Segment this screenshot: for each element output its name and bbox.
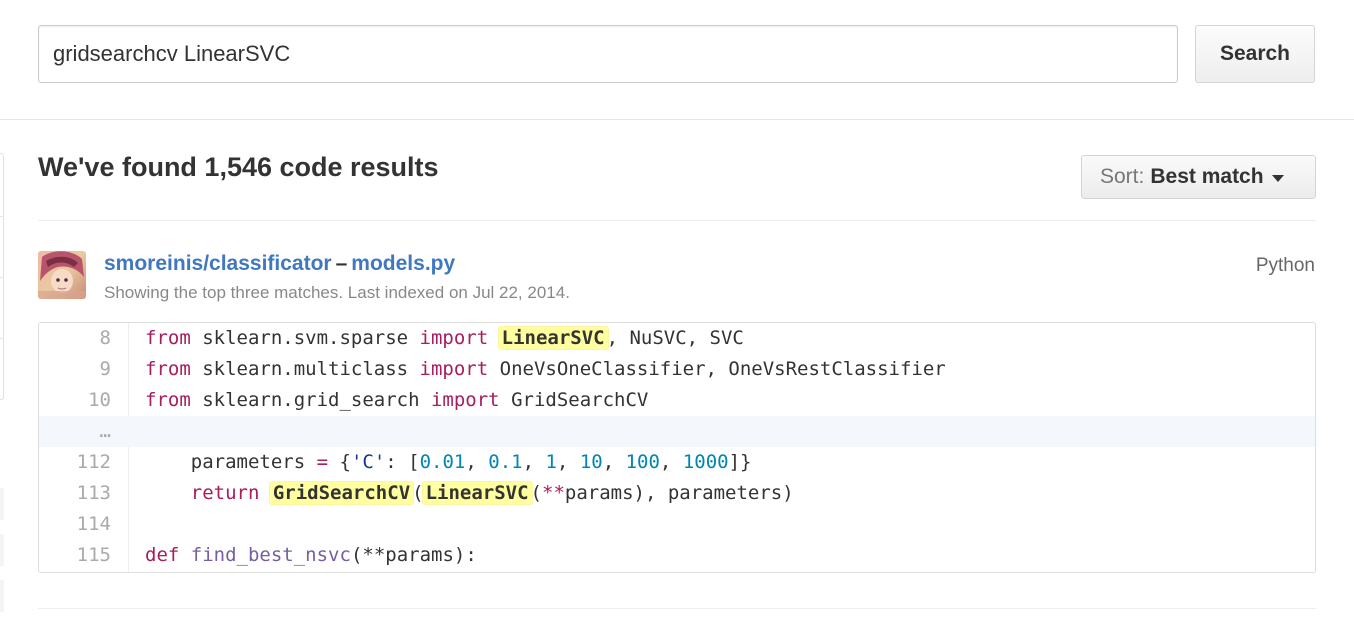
- sort-label: Sort:: [1100, 165, 1145, 188]
- caret-down-icon: [1271, 174, 1284, 182]
- code-snippet: 8 from sklearn.svm.sparse import LinearSV…: [38, 322, 1316, 573]
- code-token: 10: [579, 451, 603, 473]
- code-token: 1000: [682, 451, 729, 473]
- match-highlight: LinearSVC: [422, 482, 532, 504]
- code-token: from: [145, 389, 191, 411]
- line-number[interactable]: …: [39, 416, 111, 447]
- code-line: 115 def find_best_nsvc(**params):: [39, 540, 1315, 571]
- match-highlight: GridSearchCV: [269, 482, 414, 504]
- code-gap-row: …: [39, 416, 1315, 447]
- line-number[interactable]: 113: [39, 478, 111, 509]
- code-token: 0.01: [419, 451, 466, 473]
- code-line: 10 from sklearn.grid_search import GridSe…: [39, 385, 1315, 416]
- left-rail-separator: [0, 277, 4, 278]
- line-number[interactable]: 112: [39, 447, 111, 478]
- code-token: sklearn.multiclass: [190, 358, 420, 380]
- repo-link[interactable]: smoreinis/classificator: [104, 252, 332, 275]
- code-token: from: [145, 358, 191, 380]
- code-text: return GridSearchCV(LinearSVC (**params),…: [145, 478, 794, 509]
- code-token: ,: [522, 451, 546, 473]
- result-title: smoreinis/classificator – models.py: [104, 252, 455, 276]
- code-line: 112 parameters = {'C': [0.01, 0.1, 1, 10…: [39, 447, 1315, 478]
- sort-dropdown[interactable]: Sort: Best match: [1081, 155, 1316, 199]
- line-number[interactable]: 10: [39, 385, 111, 416]
- line-number[interactable]: 8: [39, 323, 111, 354]
- code-text: from sklearn.grid_search import GridSear…: [145, 385, 648, 416]
- file-link[interactable]: models.py: [351, 252, 455, 275]
- line-number[interactable]: 9: [39, 354, 111, 385]
- left-rail-edge: [0, 153, 4, 400]
- left-rail-stub: [0, 488, 4, 520]
- code-token: (: [412, 482, 424, 504]
- code-token: params), parameters): [564, 482, 794, 504]
- left-rail-separator: [0, 338, 4, 339]
- code-token: 1: [545, 451, 557, 473]
- code-text: def find_best_nsvc(**params):: [145, 540, 477, 571]
- code-token: GridSearchCV: [499, 389, 649, 411]
- code-token: from: [145, 327, 191, 349]
- match-highlight: LinearSVC: [498, 327, 608, 349]
- code-token: ,: [556, 451, 580, 473]
- code-token: , NuSVC, SVC: [606, 327, 744, 349]
- heading-divider: [38, 220, 1316, 221]
- code-token: **: [542, 482, 565, 504]
- code-text: parameters = {'C': [0.01, 0.1, 1, 10, 10…: [145, 447, 752, 478]
- title-separator: –: [335, 252, 348, 275]
- sort-value: Best match: [1150, 165, 1264, 188]
- code-token: import: [419, 327, 489, 349]
- code-token: return: [190, 482, 260, 504]
- bottom-divider: [38, 608, 1316, 609]
- code-token: (: [530, 482, 542, 504]
- language-label: Python: [1255, 255, 1315, 276]
- result-meta: Showing the top three matches. Last inde…: [104, 283, 570, 302]
- code-token: import: [430, 389, 500, 411]
- code-token: {: [328, 451, 351, 473]
- code-token: 'C': [350, 451, 386, 473]
- code-token: find_best_nsvc: [190, 544, 351, 566]
- search-box[interactable]: [38, 25, 1178, 83]
- left-rail-stub: [0, 534, 4, 566]
- results-heading: We've found 1,546 code results: [38, 152, 439, 182]
- code-token: 0.1: [488, 451, 523, 473]
- line-number[interactable]: 114: [39, 509, 111, 540]
- code-line: 8 from sklearn.svm.sparse import LinearSV…: [39, 323, 1315, 354]
- code-token: parameters: [145, 451, 317, 473]
- code-text: from sklearn.svm.sparse import LinearSVC…: [145, 323, 744, 354]
- code-text: from sklearn.multiclass import OneVsOneC…: [145, 354, 946, 385]
- code-token: 100: [625, 451, 660, 473]
- code-token: : [: [385, 451, 420, 473]
- code-token: ]}: [728, 451, 752, 473]
- code-line: 114: [39, 509, 1315, 540]
- code-line: 113 return GridSearchCV(LinearSVC (**para…: [39, 478, 1315, 509]
- search-input[interactable]: [53, 26, 1153, 82]
- code-token: (**params):: [350, 544, 477, 566]
- code-token: ,: [659, 451, 683, 473]
- code-line: 9 from sklearn.multiclass import OneVsOne…: [39, 354, 1315, 385]
- search-button[interactable]: Search: [1195, 25, 1315, 83]
- left-rail-separator: [0, 216, 4, 217]
- code-token: def: [145, 544, 180, 566]
- line-number[interactable]: 115: [39, 540, 111, 571]
- code-token: sklearn.svm.sparse: [190, 327, 420, 349]
- top-divider: [0, 119, 1354, 120]
- code-token: sklearn.grid_search: [190, 389, 431, 411]
- code-token: OneVsOneClassifier, OneVsRestClassifier: [488, 358, 946, 380]
- code-token: ,: [602, 451, 626, 473]
- code-token: import: [419, 358, 489, 380]
- code-token: =: [316, 451, 329, 473]
- code-token: ,: [465, 451, 489, 473]
- left-rail-stub: [0, 580, 4, 612]
- avatar[interactable]: [38, 251, 86, 299]
